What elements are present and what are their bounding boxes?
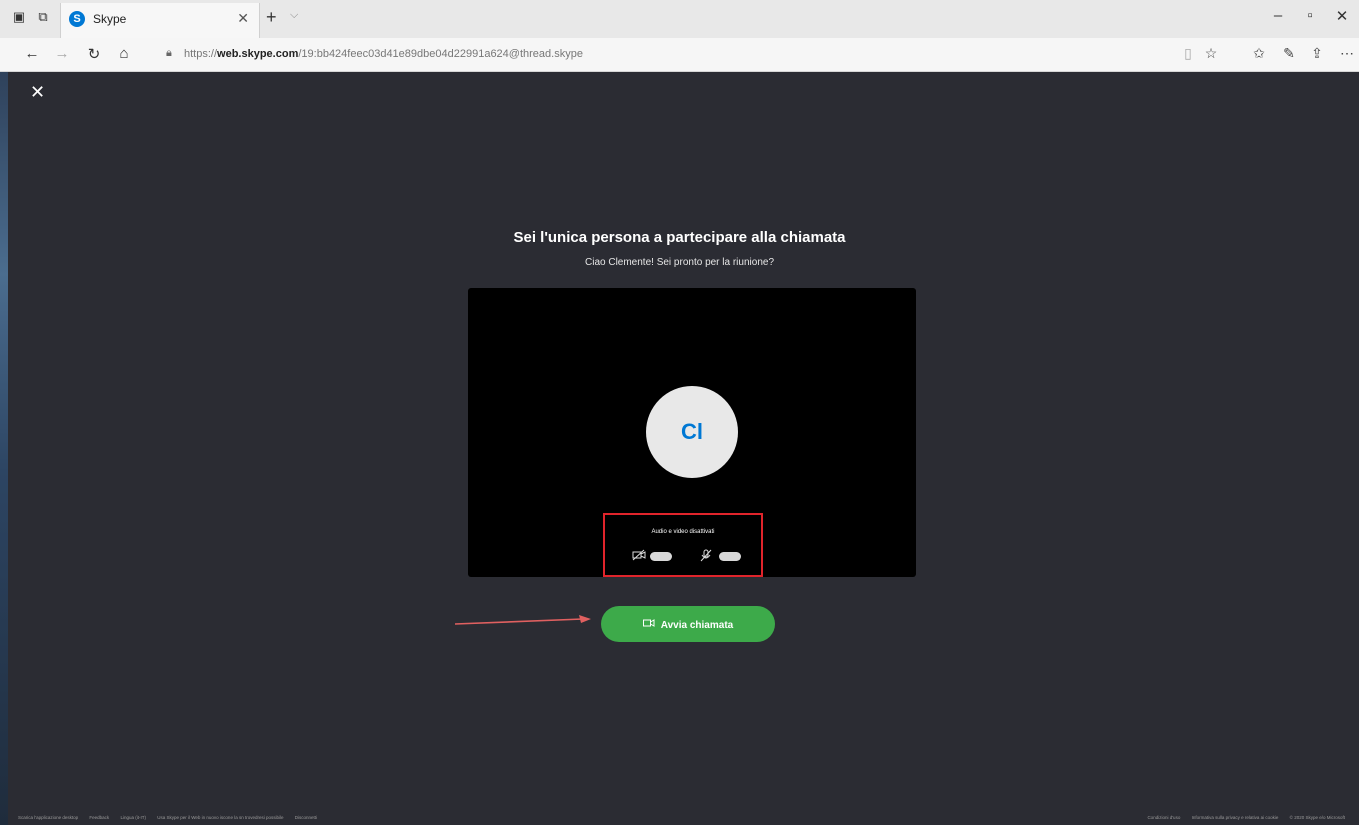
- start-call-label: Avvia chiamata: [660, 619, 734, 631]
- more-options-icon[interactable]: ⋯: [1336, 45, 1358, 62]
- close-call-icon[interactable]: ✕: [30, 82, 45, 103]
- tab-skype[interactable]: S Skype ✕: [60, 3, 260, 38]
- footer-link-language[interactable]: Lingua (it-IT): [120, 815, 146, 820]
- video-camera-icon: [642, 618, 655, 631]
- close-window-button[interactable]: ✕: [1330, 7, 1354, 25]
- mic-off-icon: [700, 549, 712, 565]
- footer-copyright: © 2020 Skype e/o Microsoft: [1289, 815, 1345, 820]
- av-status-label: Audio e video disattivati: [651, 529, 715, 535]
- footer-link-download[interactable]: Scarica l'applicazione desktop: [18, 815, 78, 820]
- browser-toolbar: ← → ↻ ⌂ 🔒︎ https://web.skype.com/19:bb42…: [0, 38, 1359, 72]
- footer-right-links: Condizioni d'uso Informativa sulla priva…: [1147, 815, 1355, 820]
- footer-link-signout[interactable]: Disconnetti: [295, 815, 317, 820]
- footer-link-privacy[interactable]: Informativa sulla privacy e relativa ai …: [1192, 815, 1279, 820]
- address-bar[interactable]: 🔒︎ https://web.skype.com/19:bb424feec03d…: [160, 43, 1240, 67]
- browser-titlebar: ▣ ⧉ S Skype ✕ + ⌵ – ▫ ✕: [0, 0, 1359, 38]
- new-tab-button[interactable]: +: [266, 7, 277, 28]
- av-controls-highlight: Audio e video disattivati: [603, 513, 763, 577]
- tab-title: Skype: [93, 12, 127, 26]
- footer-left-links: Scarica l'applicazione desktop Feedback …: [18, 815, 327, 820]
- footer: Scarica l'applicazione desktop Feedback …: [8, 810, 1359, 825]
- video-preview: Cl Audio e video disattivati: [468, 288, 916, 577]
- lock-icon: 🔒︎: [166, 47, 172, 59]
- camera-off-icon: [632, 549, 646, 564]
- call-heading: Sei l'unica persona a partecipare alla c…: [513, 229, 846, 246]
- favorites-hub-icon[interactable]: ✩: [1248, 45, 1270, 62]
- start-call-button[interactable]: Avvia chiamata: [601, 606, 775, 642]
- avatar: Cl: [646, 386, 738, 478]
- favorite-star-icon[interactable]: ☆: [1200, 45, 1222, 62]
- footer-link-browser[interactable]: Usa Skype per il Web in nuovo iscone la …: [157, 815, 283, 820]
- desktop-background-strip: [0, 38, 8, 825]
- footer-link-terms[interactable]: Condizioni d'uso: [1147, 815, 1180, 820]
- maximize-button[interactable]: ▫: [1298, 7, 1322, 24]
- refresh-button[interactable]: ↻: [84, 45, 104, 63]
- url-text[interactable]: https://web.skype.com/19:bb424feec03d41e…: [184, 48, 583, 60]
- home-button[interactable]: ⌂: [114, 45, 134, 62]
- camera-toggle[interactable]: [650, 552, 672, 561]
- tab-aside-icon[interactable]: ⧉: [34, 8, 52, 26]
- back-button[interactable]: ←: [22, 45, 42, 62]
- tab-close-icon[interactable]: ✕: [237, 10, 249, 27]
- skype-logo-icon: S: [69, 11, 85, 27]
- annotation-arrow: [455, 615, 591, 625]
- tab-actions-icon[interactable]: ▣: [10, 8, 28, 26]
- mic-toggle[interactable]: [719, 552, 741, 561]
- share-icon[interactable]: ⇪: [1306, 45, 1328, 62]
- minimize-button[interactable]: –: [1266, 7, 1290, 24]
- pen-notes-icon[interactable]: ✎: [1278, 45, 1300, 62]
- footer-link-feedback[interactable]: Feedback: [89, 815, 109, 820]
- call-subheading: Ciao Clemente! Sei pronto per la riunion…: [585, 257, 774, 268]
- forward-button[interactable]: →: [52, 45, 72, 62]
- reading-view-icon[interactable]: ▯: [1177, 45, 1199, 62]
- tab-list-chevron-icon[interactable]: ⌵: [290, 9, 298, 22]
